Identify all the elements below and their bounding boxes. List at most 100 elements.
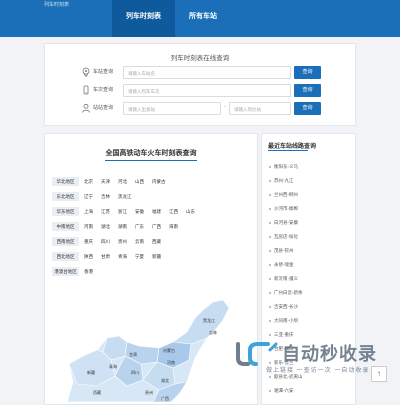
- province-link[interactable]: 湖北: [101, 222, 118, 231]
- province-link[interactable]: 黑龙江: [118, 192, 135, 201]
- route-query-button[interactable]: 查询: [294, 102, 321, 115]
- route-link[interactable]: 湘潭-六安: [269, 388, 294, 394]
- route-text[interactable]: 湘潭-六安: [274, 388, 294, 394]
- route-link[interactable]: 白河县-安康: [269, 220, 298, 226]
- province-link[interactable]: 宁夏: [135, 252, 152, 261]
- train-number-input[interactable]: 请输入列车车次: [123, 84, 291, 97]
- route-link[interactable]: 苏州-九江: [269, 178, 294, 184]
- station-query-button[interactable]: 查询: [294, 66, 321, 79]
- route-link[interactable]: 兰州西-柳州: [269, 192, 298, 198]
- province-link[interactable]: 福建: [152, 207, 169, 216]
- route-text[interactable]: 沙河市-邯郸: [274, 206, 298, 212]
- bullet-icon: [269, 208, 271, 210]
- province-link[interactable]: 内蒙古: [152, 177, 169, 186]
- route-link[interactable]: 衡阳东-义乌: [269, 164, 298, 170]
- route-link[interactable]: 新沂南-遵义: [269, 276, 298, 282]
- from-station-input[interactable]: 请输入出发站: [123, 102, 221, 115]
- region-label[interactable]: 中南地区: [52, 221, 79, 231]
- province-link[interactable]: 四川: [101, 237, 118, 246]
- province-link[interactable]: 辽宁: [84, 192, 101, 201]
- route-text[interactable]: 吉安西-长沙: [274, 304, 298, 310]
- bullet-icon: [269, 236, 271, 238]
- route-text[interactable]: 白河县-安康: [274, 220, 298, 226]
- map-label: 黑龙江: [203, 317, 215, 323]
- province-link[interactable]: 西藏: [152, 237, 169, 246]
- province-link[interactable]: 云南: [135, 237, 152, 246]
- bullet-icon: [269, 390, 271, 392]
- route-link[interactable]: 吉安西-长沙: [269, 304, 298, 310]
- route-link[interactable]: 瓦房店-绥化: [269, 234, 298, 240]
- province-link[interactable]: 广东: [135, 222, 152, 231]
- back-to-top-button[interactable]: ↑: [371, 366, 387, 382]
- bullet-icon: [269, 306, 271, 308]
- region-label[interactable]: 东北地区: [52, 191, 79, 201]
- recent-title-underline: [268, 150, 308, 151]
- region-label[interactable]: 华东地区: [52, 206, 79, 216]
- route-text[interactable]: 衡阳东-义乌: [274, 164, 298, 170]
- province-link[interactable]: 重庆: [84, 237, 101, 246]
- province-link[interactable]: 广西: [152, 222, 169, 231]
- route-text[interactable]: 大同南-小坝: [274, 318, 298, 324]
- bullet-icon: [269, 264, 271, 266]
- route-text[interactable]: 新沂南-遵义: [274, 276, 298, 282]
- province-link[interactable]: 天津: [101, 177, 118, 186]
- province-link[interactable]: 青海: [118, 252, 135, 261]
- province-link[interactable]: 河北: [118, 177, 135, 186]
- route-separator: -: [224, 104, 226, 110]
- route-text[interactable]: 永修-瑞金: [274, 262, 294, 268]
- route-query-row: 站站查询 请输入出发站 - 请输入到达站 查询: [81, 102, 321, 115]
- province-link[interactable]: 新疆: [152, 252, 169, 261]
- route-link[interactable]: 广州白云-新余: [269, 290, 303, 296]
- route-link[interactable]: 永修-瑞金: [269, 262, 294, 268]
- bullet-icon: [269, 180, 271, 182]
- bullet-icon: [269, 320, 271, 322]
- map-label: 西藏: [93, 389, 101, 395]
- title-underline: [105, 160, 197, 161]
- province-link[interactable]: 上海: [84, 207, 101, 216]
- province-link[interactable]: 江苏: [101, 207, 118, 216]
- region-row: 东北地区 辽宁 吉林 黑龙江: [52, 191, 135, 201]
- province-link[interactable]: 安徽: [135, 207, 152, 216]
- region-label[interactable]: 华北地区: [52, 176, 79, 186]
- province-link[interactable]: 甘肃: [101, 252, 118, 261]
- route-link[interactable]: 茂县-钦州: [269, 248, 294, 254]
- province-link[interactable]: 山西: [135, 177, 152, 186]
- to-station-input[interactable]: 请输入到达站: [229, 102, 291, 115]
- route-text[interactable]: 兰州西-柳州: [274, 192, 298, 198]
- bullet-icon: [269, 250, 271, 252]
- province-link[interactable]: 江西: [169, 207, 186, 216]
- train-query-button[interactable]: 查询: [294, 84, 321, 97]
- map-label: 河南: [167, 359, 175, 365]
- province-link[interactable]: 北京: [84, 177, 101, 186]
- station-query-row: 车站查询 请输入车站名 查询: [81, 66, 321, 79]
- region-label[interactable]: 西北地区: [52, 251, 79, 261]
- train-query-label: 车次查询: [93, 87, 114, 93]
- region-row: 华东地区 上海 江苏 浙江 安徽 福建 江西 山东: [52, 206, 203, 216]
- province-link[interactable]: 贵州: [118, 237, 135, 246]
- route-text[interactable]: 茂县-钦州: [274, 248, 294, 254]
- route-text[interactable]: 广州白云-新余: [274, 290, 303, 296]
- china-map[interactable]: 新疆 青海 四川 西藏 甘肃 内蒙古 黑龙江 吉林 河南 湖北 贵州 广西: [63, 272, 233, 402]
- route-text[interactable]: 苏州-九江: [274, 178, 294, 184]
- route-link[interactable]: 大同南-小坝: [269, 318, 298, 324]
- nav-item-all-stations[interactable]: 所有车站: [175, 0, 231, 37]
- bullet-icon: [269, 194, 271, 196]
- map-label: 吉林: [209, 329, 217, 335]
- province-link[interactable]: 吉林: [101, 192, 118, 201]
- region-row: 中南地区 河南 湖北 湖南 广东 广西 海南: [52, 221, 186, 231]
- station-input[interactable]: 请输入车站名: [123, 66, 291, 79]
- bullet-icon: [269, 334, 271, 336]
- map-label: 广西: [161, 395, 169, 401]
- province-link[interactable]: 陕西: [84, 252, 101, 261]
- region-label[interactable]: 西南地区: [52, 236, 79, 246]
- route-link[interactable]: 沙河市-邯郸: [269, 206, 298, 212]
- province-link[interactable]: 海南: [169, 222, 186, 231]
- province-link[interactable]: 浙江: [118, 207, 135, 216]
- map-label: 湖北: [161, 377, 169, 383]
- province-link[interactable]: 山东: [186, 207, 203, 216]
- map-label: 贵州: [145, 389, 153, 395]
- province-link[interactable]: 湖南: [118, 222, 135, 231]
- province-link[interactable]: 河南: [84, 222, 101, 231]
- route-text[interactable]: 瓦房店-绥化: [274, 234, 298, 240]
- nav-item-timetable[interactable]: 列车时刻表: [112, 0, 175, 37]
